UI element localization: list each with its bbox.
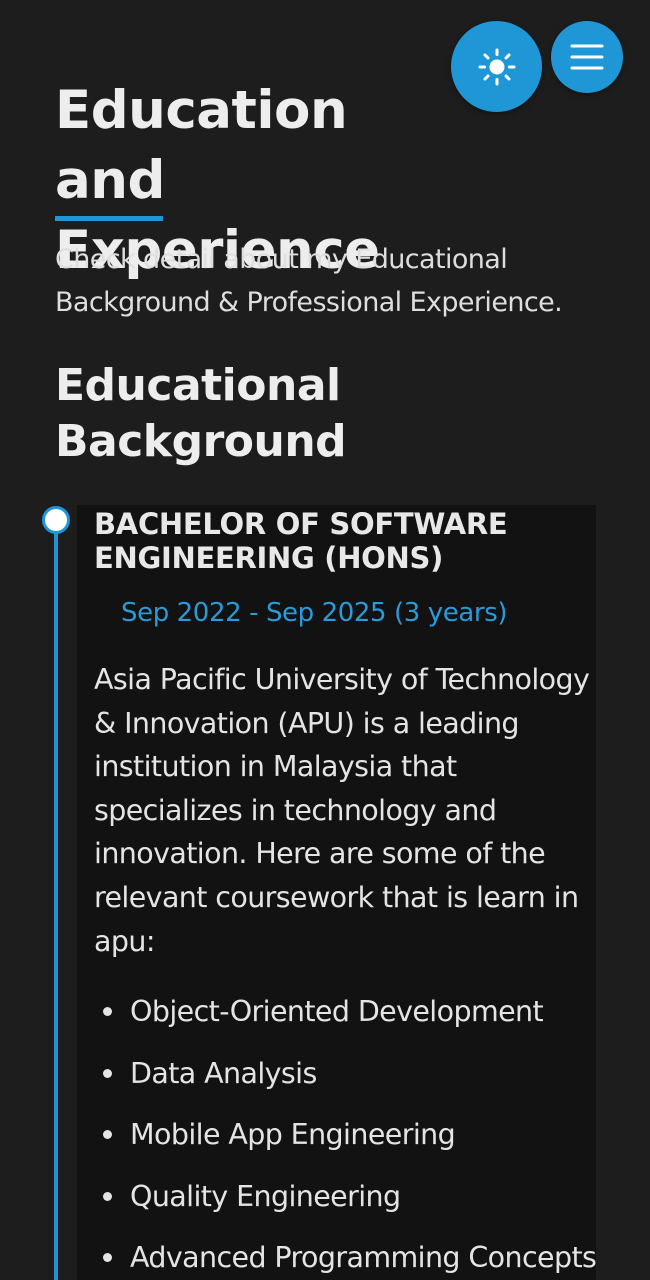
course-label: Data Analysis — [130, 1056, 317, 1090]
list-item: Object-Oriented Development — [94, 990, 614, 1052]
menu-button[interactable] — [551, 21, 623, 93]
list-item: Data Analysis — [94, 1052, 614, 1114]
list-item: Mobile App Engineering — [94, 1113, 614, 1175]
hamburger-menu-icon — [570, 44, 604, 70]
course-label: Advanced Programming Concepts — [130, 1241, 597, 1274]
page: Education and Experience Check detail ab… — [0, 0, 650, 1280]
degree-dates: Sep 2022 - Sep 2025 (3 years) — [121, 598, 508, 628]
section-description: Check detail about my Educational Backgr… — [55, 244, 563, 318]
timeline-line — [54, 520, 58, 1280]
course-label: Quality Engineering — [130, 1179, 401, 1213]
degree-title: BACHELOR OF SOFTWARE ENGINEERING (HONS) — [94, 507, 508, 575]
list-item: Quality Engineering — [94, 1175, 614, 1237]
course-label: Object-Oriented Development — [130, 995, 544, 1028]
educational-background-heading: Educational Background — [55, 360, 347, 467]
title-underline — [55, 216, 163, 221]
bullet-icon — [103, 1253, 112, 1262]
course-label: Mobile App Engineering — [130, 1118, 456, 1151]
degree-description: Asia Pacific University of Technology & … — [94, 663, 590, 958]
bullet-icon — [103, 1130, 112, 1139]
bullet-icon — [103, 1068, 112, 1078]
bullet-icon — [103, 1007, 112, 1016]
list-item: Advanced Programming Concepts — [94, 1236, 614, 1280]
timeline-dot — [42, 506, 70, 534]
coursework-list: Object-Oriented Development Data Analysi… — [94, 990, 614, 1280]
bullet-icon — [103, 1191, 112, 1201]
sun-icon — [478, 48, 515, 85]
